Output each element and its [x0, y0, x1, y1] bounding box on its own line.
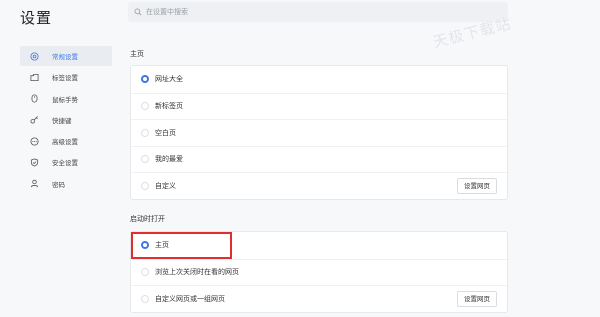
sidebar-item-label: 安全设置	[52, 159, 78, 168]
homepage-section-title: 主页	[130, 50, 144, 58]
radio-button[interactable]	[141, 181, 149, 190]
homepage-option-hao123[interactable]: 网址大全	[131, 66, 507, 93]
option-label: 自定义	[155, 181, 176, 190]
option-label: 我的最爱	[155, 155, 183, 164]
homepage-option-custom[interactable]: 自定义 设置网页	[131, 172, 507, 199]
sidebar-item-password[interactable]: 密码	[20, 174, 112, 194]
more-circle-icon	[29, 136, 39, 146]
set-startup-pages-button[interactable]: 设置网页	[457, 290, 497, 307]
radio-button[interactable]	[141, 241, 149, 250]
startup-option-custom-pages[interactable]: 自定义网页或一组网页 设置网页	[131, 285, 507, 312]
option-label: 网址大全	[155, 75, 183, 84]
search-input[interactable]	[146, 8, 486, 16]
sidebar-item-label: 密码	[52, 180, 65, 189]
homepage-option-new-tab[interactable]: 新标签页	[131, 92, 507, 120]
sidebar-item-advanced[interactable]: 高级设置	[20, 131, 112, 151]
option-label: 自定义网页或一组网页	[155, 294, 225, 303]
key-icon	[29, 115, 39, 125]
radio-button[interactable]	[141, 268, 149, 277]
user-icon	[29, 179, 39, 189]
startup-options-card: 主页 浏览上次关闭时在看的网页 自定义网页或一组网页 设置网页	[130, 231, 508, 313]
radio-button[interactable]	[141, 155, 149, 164]
startup-section-title: 启动时打开	[130, 215, 165, 223]
radio-button[interactable]	[141, 102, 149, 111]
sidebar-item-tabs[interactable]: 标签设置	[20, 67, 112, 87]
startup-option-last-session[interactable]: 浏览上次关闭时在看的网页	[131, 258, 507, 286]
search-box[interactable]	[128, 2, 508, 22]
sidebar-item-label: 快捷键	[52, 116, 72, 125]
sidebar-item-shortcuts[interactable]: 快捷键	[20, 110, 112, 130]
set-homepage-button[interactable]: 设置网页	[457, 177, 497, 194]
sidebar-item-security[interactable]: 安全设置	[20, 152, 112, 172]
radio-button[interactable]	[141, 128, 149, 137]
startup-option-homepage[interactable]: 主页	[131, 232, 507, 259]
sidebar-item-label: 常规设置	[52, 53, 78, 61]
sidebar: 常规设置 标签设置 鼠标手势 快捷键 高级设置 安全设置 密码	[20, 46, 112, 195]
settings-circle-icon	[29, 51, 39, 61]
sidebar-item-label: 标签设置	[52, 74, 78, 83]
sidebar-item-label: 鼠标手势	[52, 95, 78, 104]
sidebar-item-label: 高级设置	[52, 138, 78, 147]
shield-check-icon	[29, 157, 39, 167]
sidebar-item-mouse-gestures[interactable]: 鼠标手势	[20, 89, 112, 109]
radio-button[interactable]	[141, 75, 149, 84]
homepage-options-card: 网址大全 新标签页 空白页 我的最爱 自定义 设置网页	[130, 65, 508, 200]
homepage-option-favorites[interactable]: 我的最爱	[131, 145, 507, 173]
tab-icon	[29, 72, 39, 82]
page-title: 设置	[20, 9, 53, 27]
mouse-icon	[29, 94, 39, 104]
sidebar-item-general[interactable]: 常规设置	[20, 46, 112, 66]
option-label: 空白页	[155, 128, 176, 137]
homepage-option-blank[interactable]: 空白页	[131, 119, 507, 146]
option-label: 主页	[155, 241, 169, 250]
option-label: 浏览上次关闭时在看的网页	[155, 268, 239, 277]
radio-button[interactable]	[141, 294, 149, 303]
search-icon	[134, 8, 142, 16]
option-label: 新标签页	[155, 102, 183, 111]
